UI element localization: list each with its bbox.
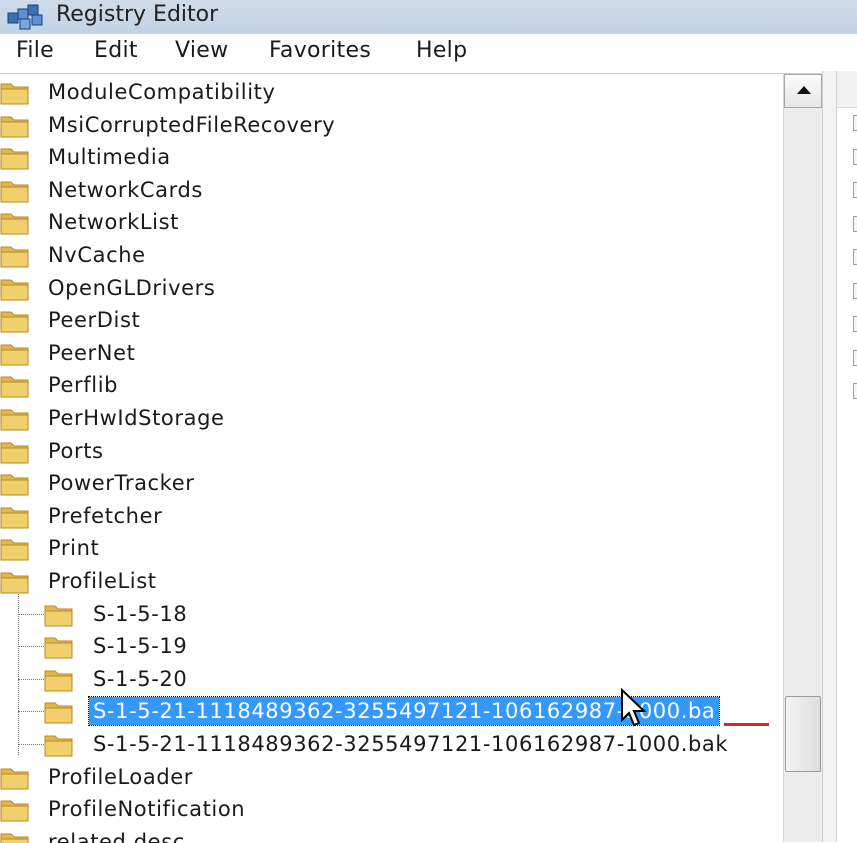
folder-icon (0, 241, 30, 269)
menu-edit[interactable]: Edit (94, 38, 138, 63)
tree-connector (18, 678, 44, 680)
folder-icon (0, 371, 30, 399)
window-title: Registry Editor (56, 2, 219, 27)
mouse-pointer-icon (621, 688, 647, 727)
value-icon (853, 249, 857, 265)
folder-icon (0, 567, 30, 595)
tree-item[interactable]: ProfileList (48, 567, 157, 595)
tree-item[interactable]: ProfileNotification (48, 795, 245, 823)
folder-icon (0, 763, 30, 791)
tree-item[interactable]: NetworkList (48, 208, 179, 236)
tree-item[interactable]: ModuleCompatibility (48, 78, 276, 106)
folder-icon (0, 502, 30, 530)
folder-icon (0, 274, 30, 302)
tree-item[interactable]: ProfileLoader (48, 763, 193, 791)
tree-connector (18, 646, 44, 648)
folder-icon (0, 437, 30, 465)
title-bar: Registry Editor (0, 0, 857, 34)
tree-item[interactable]: NvCache (48, 241, 146, 269)
menu-favorites[interactable]: Favorites (269, 38, 371, 63)
folder-icon (0, 534, 30, 562)
tree-item[interactable]: Ports (48, 437, 104, 465)
tree-item-child[interactable]: S-1-5-18 (93, 600, 187, 628)
registry-icon (7, 4, 43, 30)
folder-icon (0, 111, 30, 139)
folder-icon (44, 632, 74, 660)
folder-icon (44, 600, 74, 628)
value-icon (853, 148, 857, 165)
folder-icon (0, 469, 30, 497)
tree-connector (18, 613, 44, 615)
tree-item[interactable]: PeerNet (48, 339, 135, 367)
tree-connector (18, 744, 44, 745)
value-icon (853, 349, 857, 366)
tree-item[interactable]: Prefetcher (48, 502, 162, 530)
value-icon (853, 316, 857, 332)
tree-scrollbar[interactable] (783, 74, 823, 842)
registry-tree: ModuleCompatibility MsiCorruptedFileRecov… (0, 73, 822, 843)
pane-splitter[interactable] (822, 71, 837, 842)
value-icon (853, 182, 857, 198)
menu-help[interactable]: Help (416, 38, 467, 63)
tree-item[interactable]: NetworkCards (48, 176, 203, 204)
menu-view[interactable]: View (175, 38, 228, 63)
values-header (837, 71, 857, 108)
tree-item[interactable]: PeerDist (48, 306, 140, 334)
red-underline-annotation (724, 723, 769, 726)
scroll-up-arrow-icon[interactable] (784, 74, 822, 108)
folder-icon (0, 339, 30, 367)
tree-item[interactable]: Multimedia (48, 143, 171, 171)
tree-item[interactable]: PowerTracker (48, 469, 194, 497)
folder-icon (0, 143, 30, 171)
tree-connector (18, 711, 44, 713)
folder-icon (0, 795, 30, 823)
tree-item[interactable]: PerHwIdStorage (48, 404, 225, 432)
folder-icon (44, 697, 74, 725)
tree-item[interactable]: Perflib (48, 371, 118, 399)
folder-icon (44, 730, 74, 758)
folder-icon (0, 306, 30, 334)
folder-icon (0, 828, 30, 843)
menu-file[interactable]: File (16, 38, 54, 63)
tree-item[interactable]: related.desc (48, 828, 185, 843)
tree-connector (18, 594, 19, 755)
folder-icon (0, 176, 30, 204)
scroll-thumb[interactable] (785, 696, 821, 772)
folder-icon (44, 665, 74, 693)
folder-icon (0, 208, 30, 236)
tree-item[interactable]: MsiCorruptedFileRecovery (48, 111, 335, 139)
folder-icon (0, 404, 30, 432)
value-icon (853, 215, 857, 232)
tree-item[interactable]: Print (48, 534, 99, 562)
values-pane (836, 71, 857, 842)
folder-icon (0, 78, 30, 106)
value-icon (853, 383, 857, 399)
value-icon (853, 115, 857, 131)
value-icon (853, 282, 857, 299)
tree-item[interactable]: OpenGLDrivers (48, 274, 215, 302)
tree-item-child[interactable]: S-1-5-21-1118489362-3255497121-106162987… (93, 730, 728, 758)
tree-item-child[interactable]: S-1-5-19 (93, 632, 187, 660)
menu-bar: File Edit View Favorites Help (0, 34, 857, 71)
tree-item-child[interactable]: S-1-5-20 (93, 665, 187, 693)
